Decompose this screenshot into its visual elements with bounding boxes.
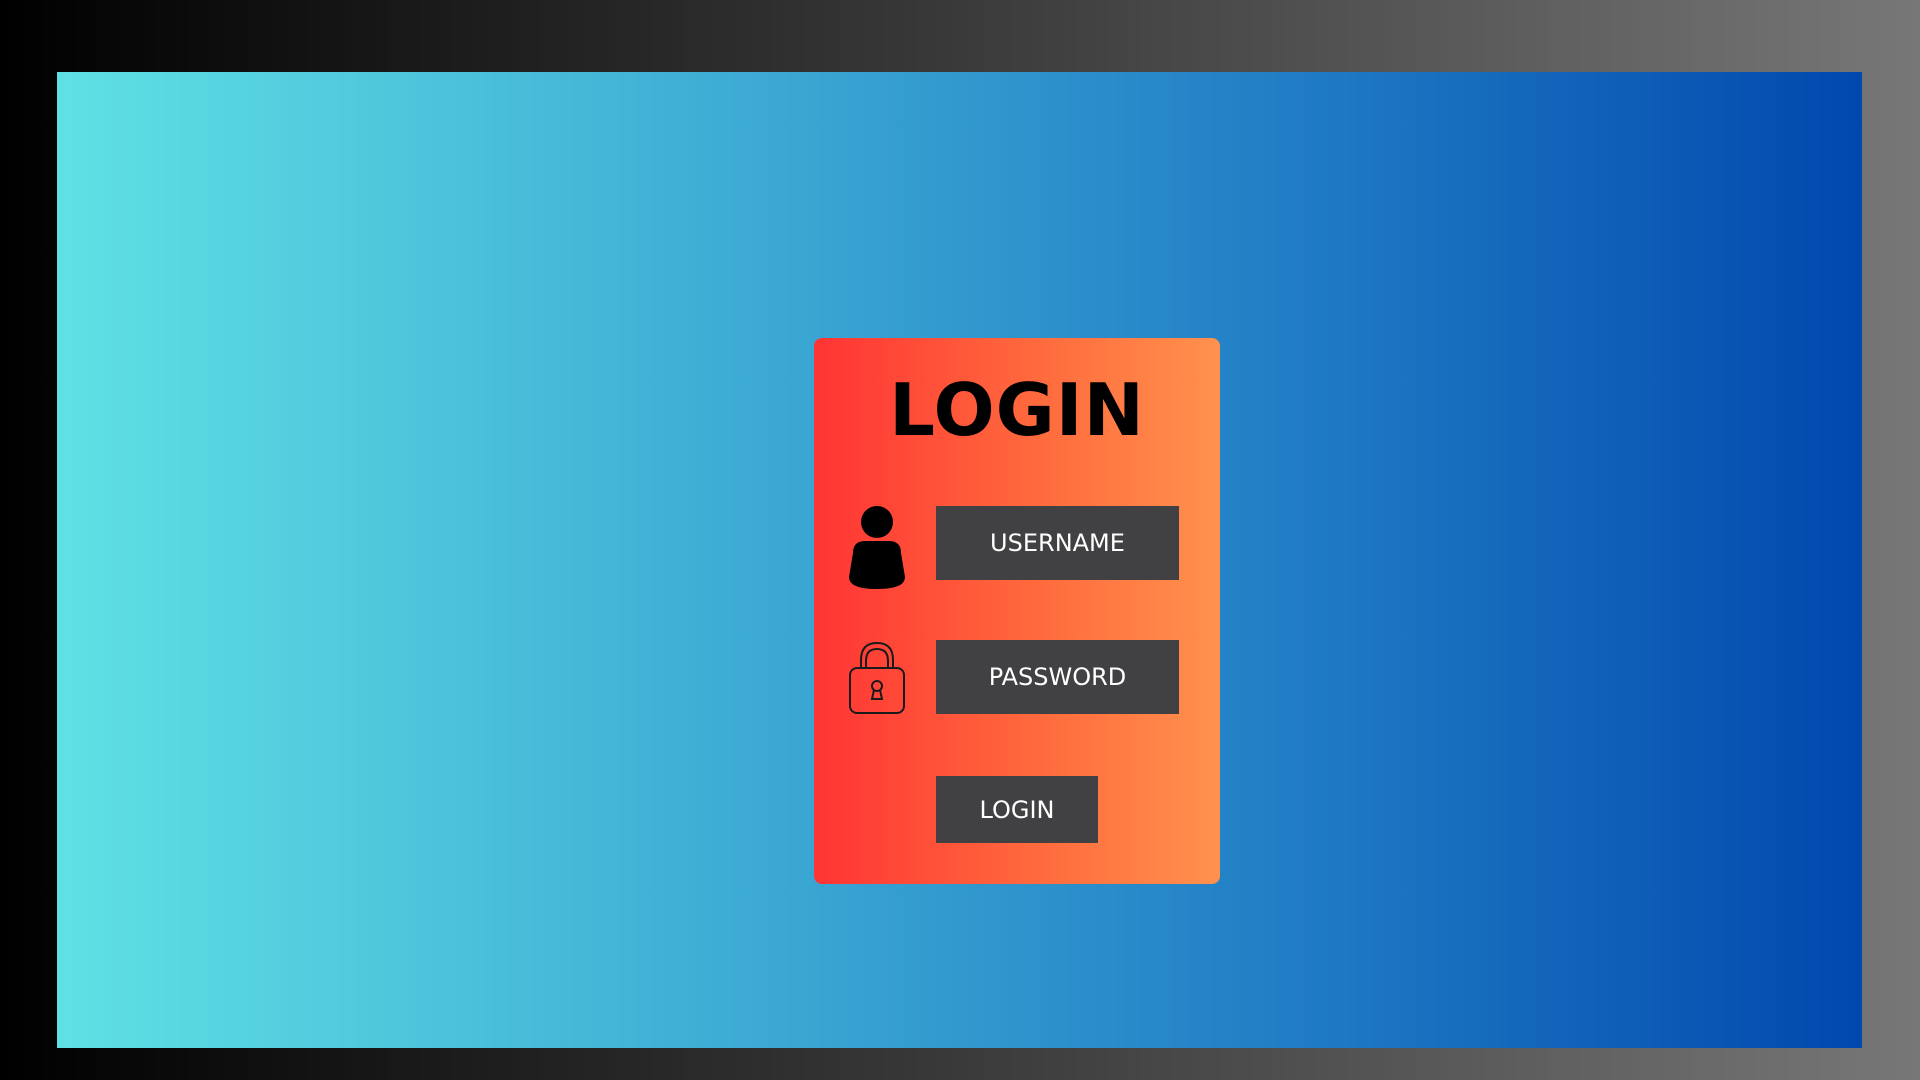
password-field[interactable]: PASSWORD [936,640,1179,714]
login-button[interactable]: LOGIN [936,776,1098,843]
user-icon [849,506,905,589]
background-panel: LOGIN USERNAME PASSWORD LOGIN [57,72,1862,1048]
login-card: LOGIN USERNAME PASSWORD LOGIN [814,338,1220,884]
lock-icon [849,641,905,714]
username-field[interactable]: USERNAME [936,506,1179,580]
login-title: LOGIN [889,368,1145,452]
